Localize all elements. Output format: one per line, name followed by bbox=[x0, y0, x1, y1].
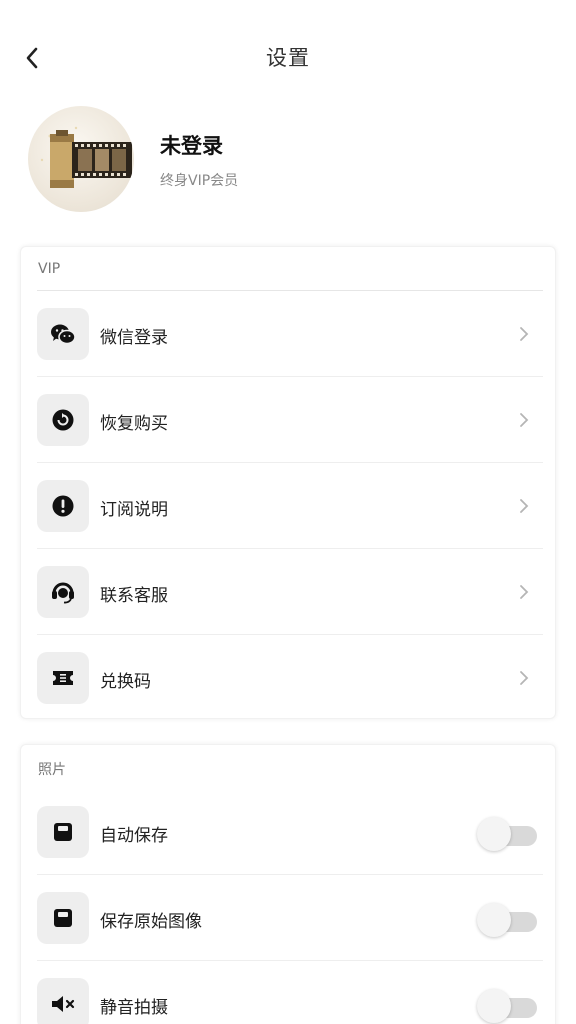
save-original-item: 保存原始图像 bbox=[37, 875, 543, 961]
save-original-label: 保存原始图像 bbox=[100, 912, 202, 932]
wechat-icon bbox=[37, 308, 89, 360]
save-original-toggle[interactable] bbox=[477, 902, 539, 937]
save-icon bbox=[37, 806, 89, 858]
mute-icon bbox=[37, 978, 89, 1024]
vip-card: VIP 微信登录 恢复购买 订阅说明 联系客服 兑换码 bbox=[20, 246, 556, 719]
auto-save-toggle[interactable] bbox=[477, 816, 539, 851]
subscription-info-item[interactable]: 订阅说明 bbox=[37, 463, 543, 549]
profile-section[interactable]: 未登录 终身VIP会员 bbox=[28, 106, 548, 214]
toggle-knob bbox=[477, 817, 511, 851]
save-icon bbox=[37, 892, 89, 944]
chevron-right-icon bbox=[520, 499, 529, 513]
section-label-photo: 照片 bbox=[38, 762, 66, 778]
auto-save-label: 自动保存 bbox=[100, 826, 168, 846]
redeem-code-item[interactable]: 兑换码 bbox=[37, 635, 543, 721]
profile-name: 未登录 bbox=[160, 134, 223, 158]
toggle-knob bbox=[477, 989, 511, 1023]
chevron-right-icon bbox=[520, 671, 529, 685]
chevron-right-icon bbox=[520, 585, 529, 599]
auto-save-item: 自动保存 bbox=[37, 789, 543, 875]
wechat-login-label: 微信登录 bbox=[100, 328, 168, 348]
silent-shot-toggle[interactable] bbox=[477, 988, 539, 1023]
chevron-right-icon bbox=[520, 413, 529, 427]
photo-card: 照片 自动保存 保存原始图像 静音拍摄 bbox=[20, 744, 556, 1024]
page-title: 设置 bbox=[266, 46, 310, 70]
section-label-vip: VIP bbox=[38, 261, 61, 277]
info-icon bbox=[37, 480, 89, 532]
chevron-right-icon bbox=[520, 327, 529, 341]
wechat-login-item[interactable]: 微信登录 bbox=[37, 291, 543, 377]
ticket-icon bbox=[37, 652, 89, 704]
subscription-info-label: 订阅说明 bbox=[100, 500, 168, 520]
toggle-knob bbox=[477, 903, 511, 937]
silent-shot-label: 静音拍摄 bbox=[100, 998, 168, 1018]
contact-support-label: 联系客服 bbox=[100, 586, 168, 606]
redeem-code-label: 兑换码 bbox=[100, 672, 151, 692]
restore-icon bbox=[37, 394, 89, 446]
restore-purchase-label: 恢复购买 bbox=[100, 414, 168, 434]
restore-purchase-item[interactable]: 恢复购买 bbox=[37, 377, 543, 463]
avatar[interactable] bbox=[28, 106, 134, 212]
header: 设置 bbox=[0, 0, 576, 112]
membership-label: 终身VIP会员 bbox=[160, 173, 239, 189]
silent-shot-item: 静音拍摄 bbox=[37, 961, 543, 1024]
film-roll-icon bbox=[40, 126, 132, 188]
contact-support-item[interactable]: 联系客服 bbox=[37, 549, 543, 635]
headset-icon bbox=[37, 566, 89, 618]
